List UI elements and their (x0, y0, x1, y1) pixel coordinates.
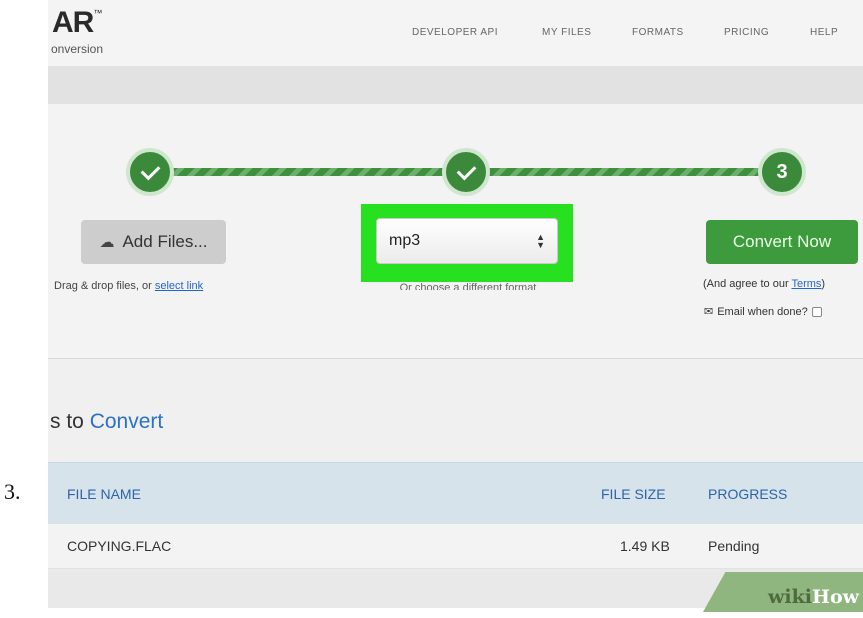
email-option: ✉ Email when done? (704, 305, 822, 318)
select-link[interactable]: select link (155, 280, 203, 292)
column-progress[interactable]: PROGRESS (708, 486, 787, 502)
file-size-cell: 1.49 KB (620, 538, 670, 554)
terms-link[interactable]: Terms (791, 278, 821, 290)
convert-now-button[interactable]: Convert Now (706, 220, 858, 264)
files-title: s to Convert (50, 410, 163, 434)
files-title-accent: Convert (89, 410, 164, 433)
converter-panel: 3 ☁ Add Files... Drag & drop files, or s… (48, 104, 863, 359)
email-checkbox[interactable] (811, 306, 822, 317)
nav-pricing[interactable]: PRICING (724, 27, 769, 38)
format-value: mp3 (389, 232, 421, 249)
agree-prefix: (And agree to our (703, 278, 792, 290)
header-band (48, 66, 863, 104)
wikihow-watermark: wikiHow (768, 586, 859, 608)
format-select[interactable]: mp3 ▲ ▼ (376, 218, 558, 264)
add-files-button[interactable]: ☁ Add Files... (81, 220, 226, 264)
convert-label: Convert Now (732, 232, 832, 251)
nav-formats[interactable]: FORMATS (632, 27, 684, 38)
nav-developer-api[interactable]: DEVELOPER API (412, 27, 498, 38)
logo-subtitle: onversion (51, 42, 104, 56)
progress-cell: Pending (708, 538, 760, 554)
choose-format-hint: Or choose a different format (399, 282, 537, 290)
step-2-circle (442, 148, 490, 196)
step-1-circle (126, 148, 174, 196)
step-number: 3. (4, 479, 21, 504)
cloud-upload-icon: ☁ (99, 234, 115, 251)
agree-suffix: ) (821, 278, 826, 290)
check-icon (140, 160, 160, 180)
add-files-label: Add Files... (122, 232, 208, 251)
watermark-how: How (812, 586, 859, 608)
step-3-label: 3 (776, 160, 788, 183)
drag-text: Drag & drop files, or (54, 280, 155, 292)
table-row: COPYING.FLAC 1.49 KB Pending (48, 524, 863, 569)
envelope-icon: ✉ (704, 306, 714, 318)
step-3-circle: 3 (758, 148, 806, 196)
screenshot: AR™ onversion DEVELOPER API MY FILES FOR… (48, 0, 863, 612)
files-title-prefix: s to (50, 410, 90, 433)
terms-note: (And agree to our Terms) (703, 278, 825, 290)
site-header: AR™ onversion DEVELOPER API MY FILES FOR… (48, 0, 863, 66)
select-arrows-icon: ▲ ▼ (536, 232, 545, 250)
nav-help[interactable]: HELP (810, 27, 838, 38)
logo-trademark: ™ (93, 8, 102, 18)
file-name-cell: COPYING.FLAC (67, 538, 172, 554)
column-file-size[interactable]: FILE SIZE (601, 486, 666, 502)
top-nav: DEVELOPER API MY FILES FORMATS PRICING H… (48, 27, 863, 41)
email-label: Email when done? (717, 305, 808, 318)
check-icon (456, 160, 476, 180)
files-table-header: FILE NAME FILE SIZE PROGRESS (48, 462, 863, 525)
column-file-name[interactable]: FILE NAME (67, 486, 141, 502)
watermark-wiki: wiki (768, 586, 813, 608)
drag-drop-hint: Drag & drop files, or select link (54, 280, 203, 292)
nav-my-files[interactable]: MY FILES (542, 27, 591, 38)
